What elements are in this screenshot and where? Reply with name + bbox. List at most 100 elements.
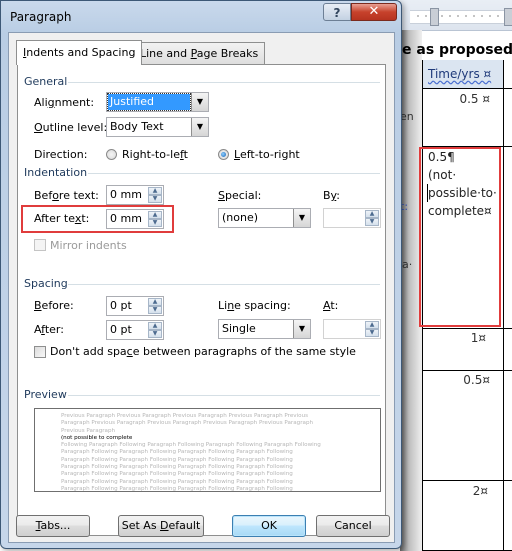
- dont-add-space-label[interactable]: Don't add space between paragraphs of th…: [50, 345, 356, 358]
- spin-up-icon[interactable]: ▲: [148, 322, 162, 330]
- outline-level-label: Outline level:: [34, 121, 108, 134]
- paragraph-preview: Previous Paragraph Previous Paragraph Pr…: [34, 408, 381, 492]
- by-spinner[interactable]: ▲ ▼: [323, 208, 381, 228]
- preview-previous-line: Previous Paragraph: [61, 427, 116, 434]
- ok-button[interactable]: OK: [232, 515, 306, 537]
- spacing-before-value: 0 pt: [110, 299, 132, 312]
- section-indentation-label: Indentation: [24, 166, 88, 179]
- before-text-spinner[interactable]: 0 mm ▲ ▼: [106, 185, 164, 205]
- table-column-header[interactable]: Time/yrs ¤: [428, 67, 491, 81]
- annotation-highlight-box: [419, 147, 501, 327]
- right-indent-marker[interactable]: [504, 8, 512, 26]
- section-divider: [68, 395, 380, 396]
- help-icon: ?: [333, 6, 341, 20]
- spin-down-icon[interactable]: ▼: [148, 219, 162, 227]
- horizontal-ruler[interactable]: [400, 0, 512, 31]
- chevron-down-icon[interactable]: ▼: [293, 209, 310, 227]
- tab-line-and-page-breaks[interactable]: Line and Page Breaks: [133, 42, 266, 64]
- close-button[interactable]: ✕: [351, 3, 397, 21]
- line-spacing-label: Line spacing:: [218, 299, 291, 312]
- special-dropdown[interactable]: (none) ▼: [218, 208, 311, 228]
- section-divider: [68, 82, 380, 83]
- radio-right-to-left[interactable]: [106, 149, 117, 160]
- preview-following-line: Paragraph Following Paragraph Following …: [61, 449, 293, 456]
- before-text-value: 0 mm: [110, 188, 142, 201]
- spin-up-icon[interactable]: ▲: [365, 321, 379, 329]
- line-spacing-dropdown[interactable]: Single ▼: [218, 319, 311, 339]
- spacing-after-value: 0 pt: [110, 323, 132, 336]
- before-text-label: Before text:: [34, 189, 99, 202]
- chevron-down-icon[interactable]: ▼: [191, 93, 208, 111]
- direction-label: Direction:: [34, 148, 88, 161]
- help-button[interactable]: ?: [323, 3, 351, 21]
- dialog-title: Paragraph: [10, 10, 72, 24]
- tab-label: ndents and Spacing: [26, 46, 136, 59]
- at-spinner[interactable]: ▲ ▼: [323, 319, 381, 339]
- spin-up-icon[interactable]: ▲: [148, 187, 162, 195]
- table-cell[interactable]: 0.5¤: [463, 373, 490, 387]
- spin-down-icon[interactable]: ▼: [148, 330, 162, 338]
- after-text-value: 0 mm: [110, 212, 142, 225]
- dont-add-space-checkbox[interactable]: [34, 346, 46, 358]
- table-row-border: [422, 370, 512, 371]
- table-cell[interactable]: 0.5 ¤: [459, 92, 490, 106]
- section-divider: [88, 173, 380, 174]
- chevron-down-icon[interactable]: ▼: [293, 320, 310, 338]
- spin-down-icon[interactable]: ▼: [148, 306, 162, 314]
- preview-previous-line: Previous Paragraph Previous Paragraph Pr…: [61, 413, 309, 419]
- mirror-indents-checkbox[interactable]: [34, 239, 46, 251]
- table-row-border: [422, 480, 512, 481]
- document-heading-fragment: e as proposed ¶: [402, 42, 512, 58]
- spin-up-icon[interactable]: ▲: [365, 210, 379, 218]
- special-label: Special:: [218, 189, 262, 202]
- spin-up-icon[interactable]: ▲: [148, 298, 162, 306]
- close-icon: ✕: [368, 4, 380, 19]
- tab-label: age Breaks: [196, 47, 259, 60]
- alignment-label: Alignment:: [34, 96, 95, 109]
- section-preview-label: Preview: [24, 388, 67, 401]
- table-cell[interactable]: 1¤: [471, 331, 486, 345]
- preview-following-line: Paragraph Following Paragraph Following …: [61, 485, 293, 492]
- spin-up-icon[interactable]: ▲: [148, 211, 162, 219]
- spin-down-icon[interactable]: ▼: [148, 195, 162, 203]
- text-fragment: a·: [402, 258, 413, 271]
- section-general-label: General: [24, 75, 68, 88]
- ruler-track: [410, 10, 512, 24]
- spin-down-icon[interactable]: ▼: [365, 218, 379, 226]
- preview-following-line: Paragraph Following Paragraph Following …: [61, 456, 293, 463]
- mirror-indents-label: Mirror indents: [50, 239, 127, 252]
- outline-level-dropdown[interactable]: Body Text ▼: [106, 117, 209, 137]
- after-text-spinner[interactable]: 0 mm ▲ ▼: [106, 209, 164, 229]
- tab-label: Line and: [140, 47, 191, 60]
- table-cell[interactable]: 2¤: [473, 484, 488, 498]
- set-as-default-button[interactable]: Set As Default: [118, 515, 204, 537]
- alignment-dropdown[interactable]: Justified ▼: [106, 92, 209, 112]
- preview-following-line: Paragraph Following Paragraph Following …: [61, 464, 293, 471]
- table-row-border: [422, 88, 512, 89]
- spin-down-icon[interactable]: ▼: [365, 329, 379, 337]
- preview-previous-line: Paragraph Previous Paragraph Previous Pa…: [61, 420, 314, 427]
- title-bar[interactable]: Paragraph ? ✕: [1, 1, 401, 33]
- spacing-after-label: After:: [34, 323, 64, 336]
- text-fragment: en: [400, 110, 414, 123]
- radio-left-to-right-label[interactable]: Left-to-right: [234, 148, 300, 161]
- preview-following-line: Following Paragraph Following Paragraph …: [61, 442, 321, 449]
- table-column-border: [503, 60, 504, 551]
- at-label: At:: [323, 299, 339, 312]
- table-row-border: [422, 328, 512, 329]
- radio-right-to-left-label[interactable]: Right-to-left: [122, 148, 188, 161]
- preview-following-line: Paragraph Following Paragraph Following …: [61, 471, 293, 478]
- radio-left-to-right[interactable]: [218, 149, 229, 160]
- spacing-before-spinner[interactable]: 0 pt ▲ ▼: [106, 296, 164, 316]
- indent-marker[interactable]: [430, 8, 439, 26]
- by-label: By:: [323, 189, 340, 202]
- spacing-before-label: Before:: [34, 299, 74, 312]
- tabs-button[interactable]: Tabs...: [16, 515, 90, 537]
- chevron-down-icon[interactable]: ▼: [191, 118, 208, 136]
- preview-following-line: Paragraph Following Paragraph Following …: [61, 478, 293, 485]
- cancel-button[interactable]: Cancel: [316, 515, 390, 537]
- ruler-ticks: [414, 15, 512, 17]
- line-spacing-value: Single: [222, 322, 256, 335]
- spacing-after-spinner[interactable]: 0 pt ▲ ▼: [106, 320, 164, 340]
- tab-indents-and-spacing[interactable]: Indents and Spacing: [16, 40, 143, 65]
